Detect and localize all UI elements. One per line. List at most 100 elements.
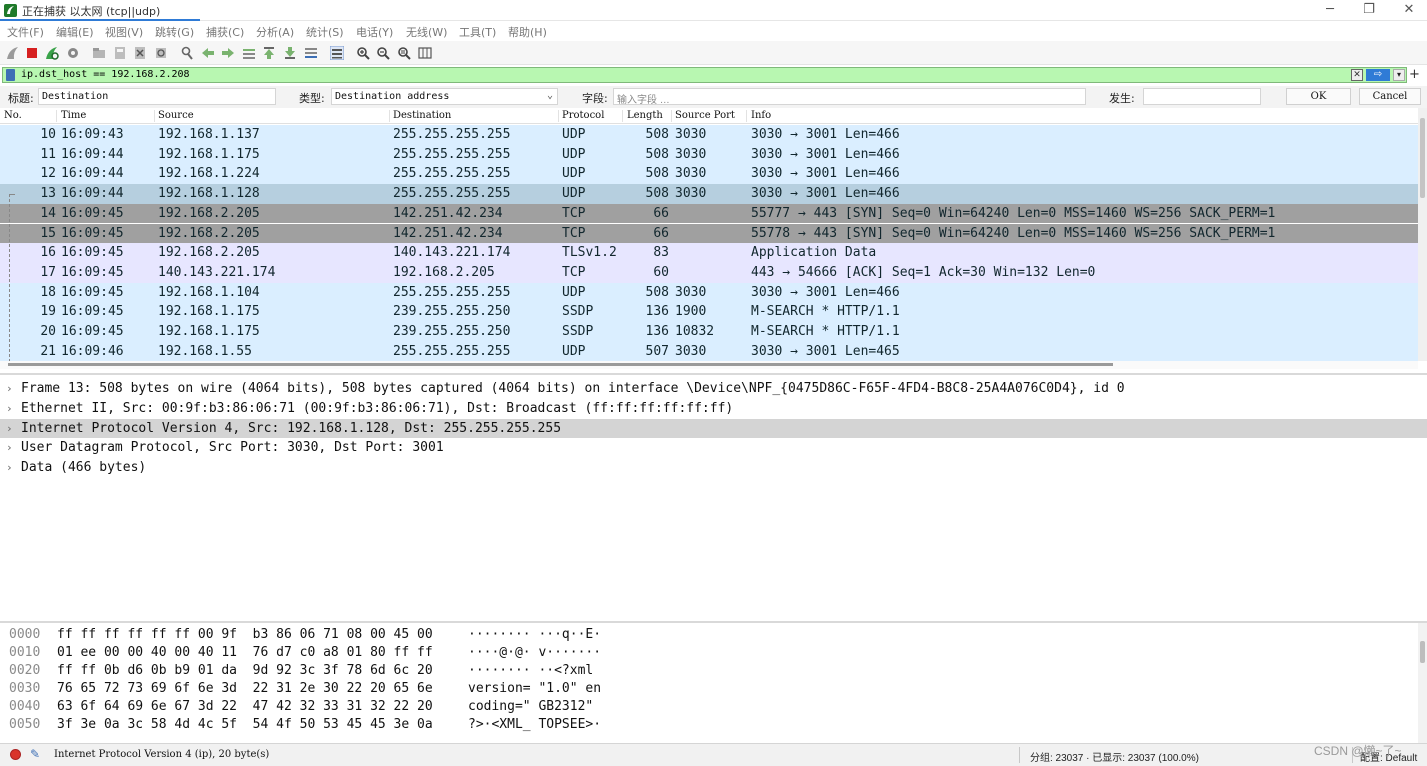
- column-header-no[interactable]: No.: [4, 110, 22, 121]
- hex-dump-row[interactable]: 0030 76 65 72 73 69 6f 6e 3d 22 31 2e 30 …: [0, 680, 1420, 698]
- colorize-icon[interactable]: [330, 46, 344, 60]
- save-file-icon[interactable]: [113, 46, 127, 60]
- hex-dump-row[interactable]: 0040 63 6f 64 69 6e 67 3d 22 47 42 32 33 …: [0, 698, 1420, 716]
- detail-tree-item[interactable]: › Data (466 bytes): [0, 458, 1427, 478]
- expand-arrow-icon[interactable]: ›: [6, 399, 13, 419]
- packet-row[interactable]: 16 16:09:45 192.168.2.205 140.143.221.174 TL…: [0, 243, 1418, 263]
- menu-view[interactable]: 视图(V): [105, 24, 143, 40]
- first-packet-icon[interactable]: [262, 46, 276, 60]
- scrollbar-thumb[interactable]: [1420, 641, 1425, 663]
- capture-status-icon[interactable]: [10, 749, 21, 760]
- resize-columns-icon[interactable]: [418, 46, 432, 60]
- column-type-select[interactable]: Destination address ⌄: [331, 88, 558, 105]
- edit-comment-icon[interactable]: ✎: [30, 747, 40, 761]
- zoom-out-icon[interactable]: [376, 46, 390, 60]
- scrollbar-thumb[interactable]: [1420, 118, 1425, 198]
- restart-icon[interactable]: [45, 46, 59, 60]
- close-file-icon[interactable]: [133, 46, 147, 60]
- packet-row[interactable]: 17 16:09:45 140.143.221.174 192.168.2.205 TC…: [0, 262, 1418, 283]
- shark-fin-icon[interactable]: [6, 46, 20, 60]
- column-header-destination[interactable]: Destination: [393, 110, 451, 121]
- minimize-button[interactable]: ─: [1318, 2, 1342, 18]
- stop-icon[interactable]: [25, 46, 39, 60]
- menu-telephony[interactable]: 电话(Y): [356, 24, 393, 40]
- packet-list-horizontal-scrollbar[interactable]: [0, 361, 1418, 369]
- column-header-source-port[interactable]: Source Port: [675, 110, 735, 121]
- close-button[interactable]: ✕: [1397, 2, 1421, 18]
- column-header-protocol[interactable]: Protocol: [562, 110, 604, 121]
- display-filter-input[interactable]: ip.dst_host == 192.168.2.208: [21, 69, 190, 80]
- packet-row[interactable]: 11 16:09:44 192.168.1.175 255.255.255.255 UD…: [0, 144, 1418, 165]
- menu-analyze[interactable]: 分析(A): [256, 24, 294, 40]
- column-divider[interactable]: [56, 110, 57, 122]
- menu-capture[interactable]: 捕获(C): [206, 24, 244, 40]
- hex-dump-row[interactable]: 0000 ff ff ff ff ff ff 00 9f b3 86 06 71 …: [0, 626, 1420, 644]
- menu-help[interactable]: 帮助(H): [508, 24, 547, 40]
- detail-tree-item[interactable]: › Ethernet II, Src: 00:9f:b3:86:06:71 (00…: [0, 398, 1427, 419]
- column-occurrence-input[interactable]: [1143, 88, 1261, 105]
- menu-edit[interactable]: 编辑(E): [56, 24, 94, 40]
- column-divider[interactable]: [389, 110, 390, 122]
- bytes-vertical-scrollbar[interactable]: [1418, 623, 1427, 743]
- filter-history-dropdown[interactable]: ▾: [1393, 69, 1405, 81]
- options-icon[interactable]: [66, 46, 80, 60]
- menu-go[interactable]: 跳转(G): [155, 24, 194, 40]
- hex-dump-row[interactable]: 0010 01 ee 00 00 40 00 40 11 76 d7 c0 a8 …: [0, 644, 1420, 662]
- reload-icon[interactable]: [154, 46, 168, 60]
- packet-row[interactable]: 20 16:09:45 192.168.1.175 239.255.255.250 SS…: [0, 322, 1418, 342]
- column-divider[interactable]: [154, 110, 155, 122]
- add-filter-button[interactable]: +: [1409, 67, 1420, 82]
- column-header-info[interactable]: Info: [751, 110, 771, 121]
- column-header-length[interactable]: Length: [627, 110, 663, 121]
- column-header-time[interactable]: Time: [61, 110, 86, 121]
- open-file-icon[interactable]: [92, 46, 106, 60]
- packet-row[interactable]: 19 16:09:45 192.168.1.175 239.255.255.250 SS…: [0, 302, 1418, 322]
- menu-tools[interactable]: 工具(T): [459, 24, 496, 40]
- menu-file[interactable]: 文件(F): [7, 24, 44, 40]
- column-title-input[interactable]: Destination: [38, 88, 276, 105]
- packet-row[interactable]: 12 16:09:44 192.168.1.224 255.255.255.255 UD…: [0, 164, 1418, 185]
- expand-arrow-icon[interactable]: ›: [6, 458, 13, 478]
- packet-row[interactable]: 14 16:09:45 192.168.2.205 142.251.42.234 TCP…: [0, 203, 1418, 224]
- forward-icon[interactable]: [221, 46, 235, 60]
- packet-row[interactable]: 21 16:09:46 192.168.1.55 255.255.255.255 UDP…: [0, 341, 1418, 361]
- hex-dump-ascii: coding=" GB2312": [468, 699, 602, 714]
- goto-packet-icon[interactable]: [242, 46, 256, 60]
- zoom-in-icon[interactable]: [356, 46, 370, 60]
- column-field-input[interactable]: 输入字段 …: [613, 88, 1086, 105]
- back-icon[interactable]: [201, 46, 215, 60]
- detail-tree-item[interactable]: › User Datagram Protocol, Src Port: 3030,…: [0, 438, 1427, 459]
- column-divider[interactable]: [746, 110, 747, 122]
- column-divider[interactable]: [558, 110, 559, 122]
- expand-arrow-icon[interactable]: ›: [6, 419, 13, 439]
- hex-dump-row[interactable]: 0050 3f 3e 0a 3c 58 4d 4c 5f 54 4f 50 53 …: [0, 716, 1420, 734]
- packet-list-vertical-scrollbar[interactable]: [1418, 108, 1427, 361]
- cancel-button[interactable]: Cancel: [1359, 88, 1421, 105]
- packet-row[interactable]: 13 16:09:44 192.168.1.128 255.255.255.255 UD…: [0, 184, 1418, 204]
- menu-wireless[interactable]: 无线(W): [406, 24, 447, 40]
- column-divider[interactable]: [622, 110, 623, 122]
- clear-filter-icon[interactable]: ✕: [1351, 69, 1363, 81]
- ok-button[interactable]: OK: [1286, 88, 1351, 105]
- autoscroll-icon[interactable]: [304, 46, 318, 60]
- menu-statistics[interactable]: 统计(S): [306, 24, 344, 40]
- scrollbar-thumb[interactable]: [8, 363, 1113, 366]
- expand-arrow-icon[interactable]: ›: [6, 379, 13, 399]
- normal-size-icon[interactable]: [397, 46, 411, 60]
- display-filter-bar[interactable]: ip.dst_host == 192.168.2.208 ✕ ⇨ ▾: [2, 67, 1407, 83]
- column-divider[interactable]: [671, 110, 672, 122]
- packet-list[interactable]: No. Time Source Destination Protocol Len…: [0, 108, 1418, 361]
- detail-tree-item[interactable]: › Internet Protocol Version 4, Src: 192.1…: [0, 418, 1427, 439]
- expand-arrow-icon[interactable]: ›: [6, 438, 13, 458]
- hex-dump-row[interactable]: 0020 ff ff 0b d6 0b b9 01 da 9d 92 3c 3f …: [0, 662, 1420, 680]
- find-icon[interactable]: [180, 46, 194, 60]
- apply-filter-button[interactable]: ⇨: [1366, 69, 1390, 81]
- column-header-source[interactable]: Source: [158, 110, 194, 121]
- maximize-button[interactable]: ❐: [1357, 2, 1381, 18]
- filter-bookmark-icon[interactable]: [6, 69, 15, 81]
- packet-row[interactable]: 15 16:09:45 192.168.2.205 142.251.42.234 TCP…: [0, 223, 1418, 244]
- detail-tree-item[interactable]: › Frame 13: 508 bytes on wire (4064 bits)…: [0, 379, 1427, 399]
- packet-row[interactable]: 10 16:09:43 192.168.1.137 255.255.255.255 UD…: [0, 125, 1418, 145]
- packet-row[interactable]: 18 16:09:45 192.168.1.104 255.255.255.255 UD…: [0, 282, 1418, 303]
- last-packet-icon[interactable]: [283, 46, 297, 60]
